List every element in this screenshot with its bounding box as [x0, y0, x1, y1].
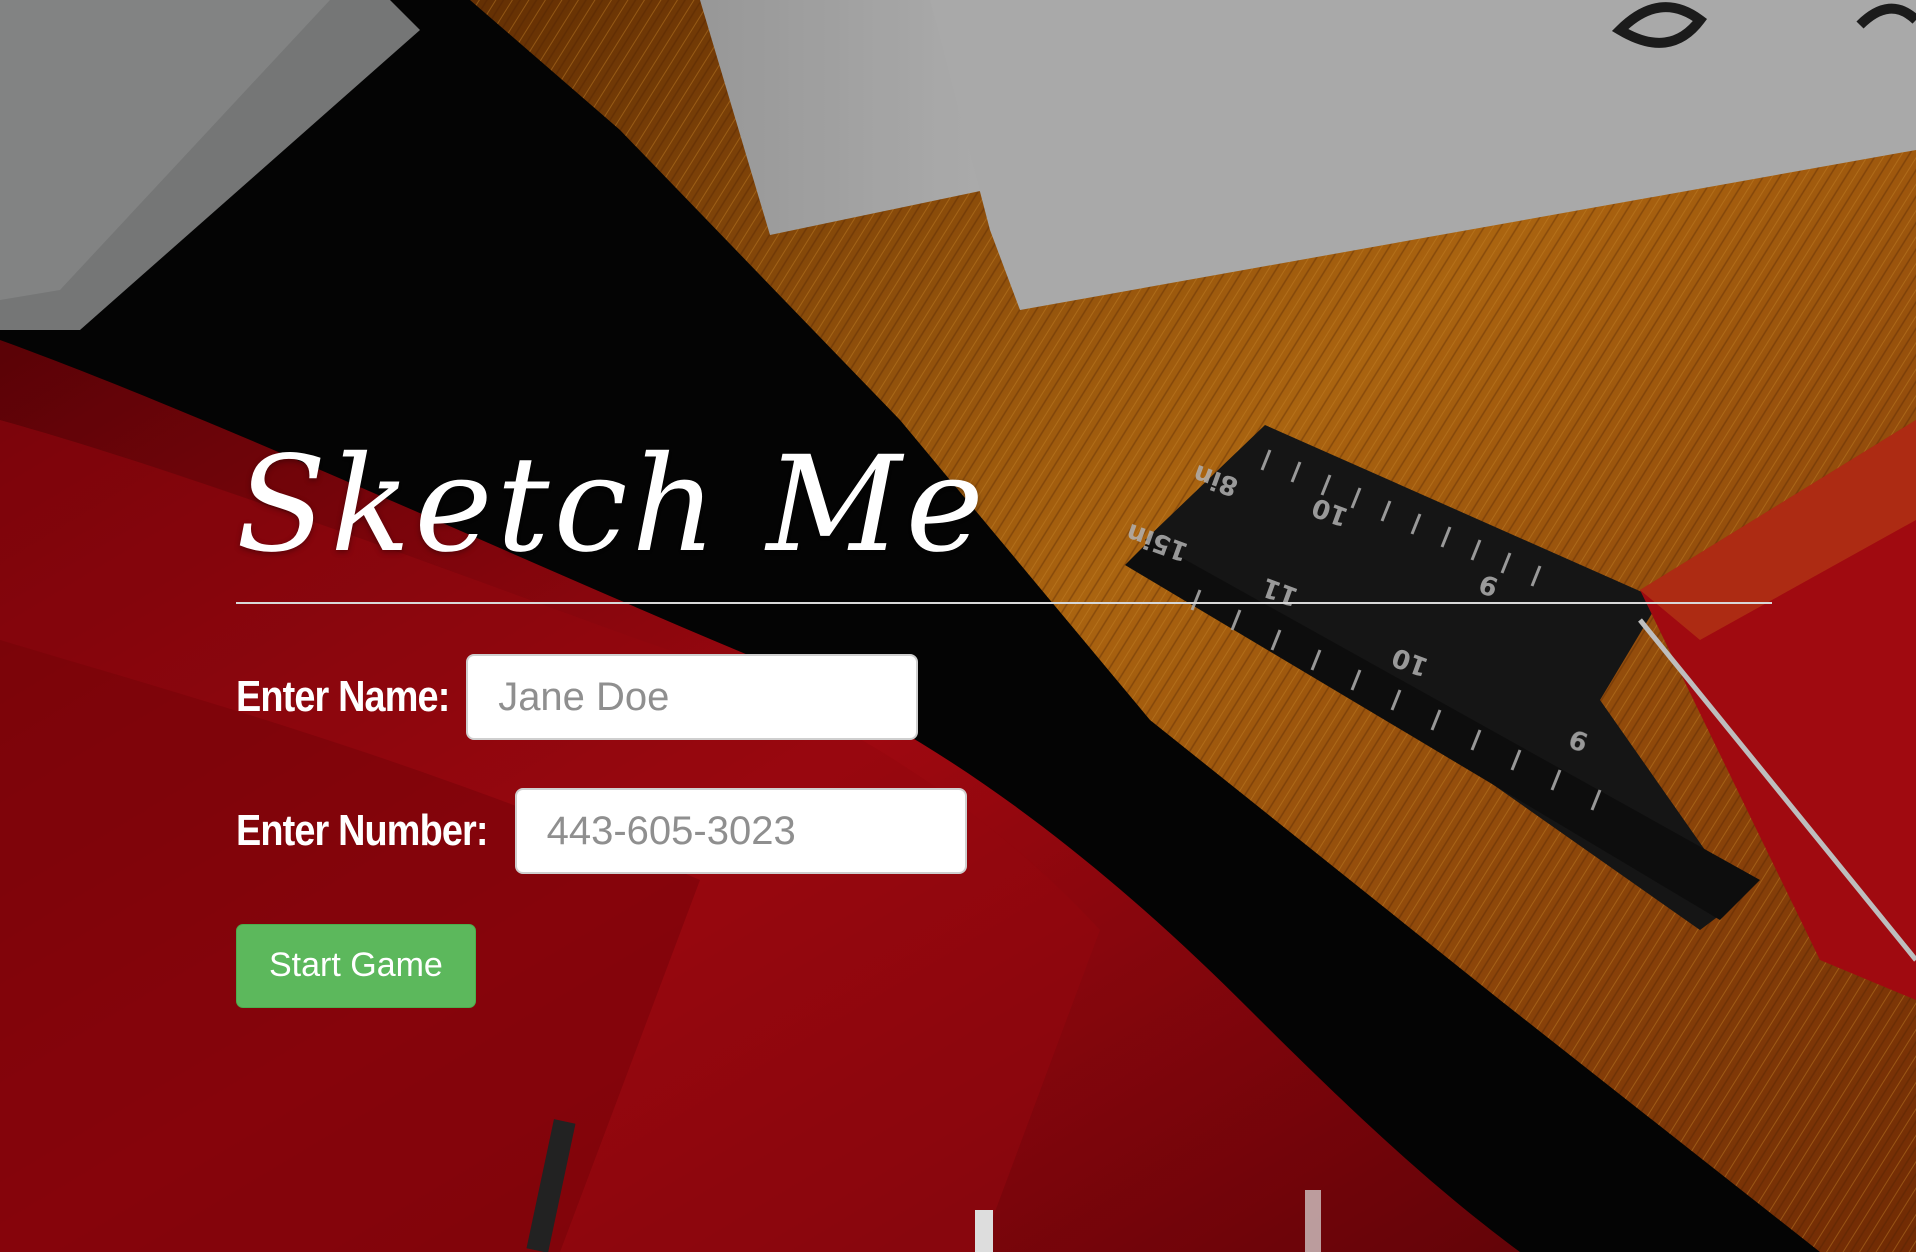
start-game-button[interactable]: Start Game: [236, 924, 476, 1008]
title-divider: [236, 602, 1772, 604]
name-label: Enter Name:: [236, 672, 450, 721]
page-root: 8in 10 9 15in 11 10 9 Sketch Me Enter Na…: [0, 0, 1916, 1252]
number-input[interactable]: [514, 788, 967, 874]
name-row: Enter Name:: [236, 654, 1772, 740]
page-title: Sketch Me: [236, 428, 988, 582]
name-input[interactable]: [466, 654, 919, 740]
main-form: Sketch Me Enter Name: Enter Number: Star…: [236, 430, 1772, 1008]
number-row: Enter Number:: [236, 788, 1772, 874]
number-label: Enter Number:: [236, 806, 488, 855]
